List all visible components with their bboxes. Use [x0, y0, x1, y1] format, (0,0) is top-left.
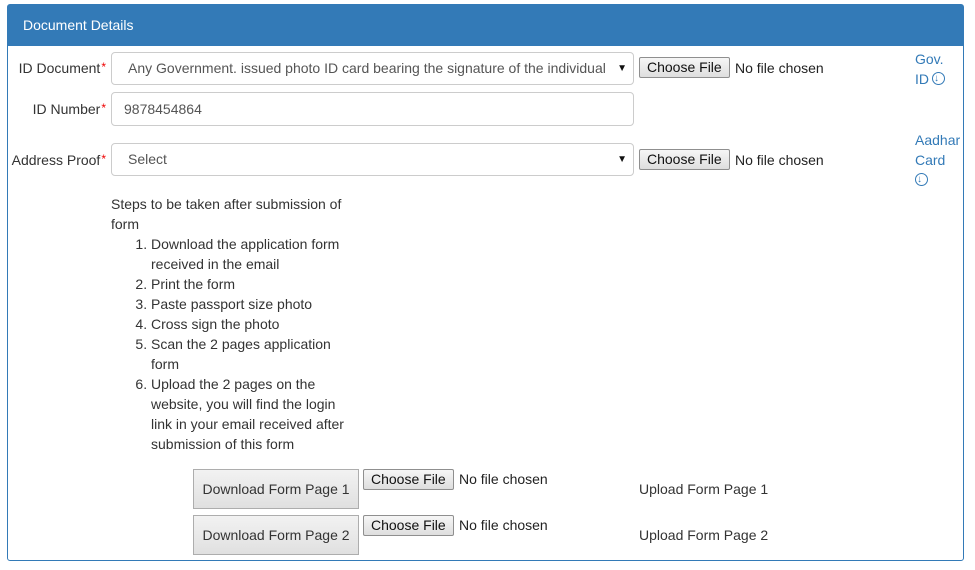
instructions-heading: Steps to be taken after submission of fo…: [111, 196, 342, 232]
gov-id-link-line1: Gov.: [915, 51, 944, 67]
step-item: Upload the 2 pages on the website, you w…: [151, 374, 356, 454]
step-item: Paste passport size photo: [151, 294, 356, 314]
address-proof-select[interactable]: Select ▼: [111, 143, 634, 176]
address-proof-label: Address Proof*: [4, 152, 106, 168]
address-proof-file-status: No file chosen: [735, 152, 824, 168]
required-marker: *: [101, 60, 106, 74]
aadhar-card-download-link[interactable]: Aadhar Card: [915, 130, 960, 190]
steps-list: Download the application form received i…: [111, 234, 356, 454]
form-page-1-choose-file-button[interactable]: Choose File: [363, 469, 454, 490]
required-marker: *: [101, 101, 106, 115]
gov-id-link-line2: ID: [915, 71, 929, 87]
address-proof-choose-file-button[interactable]: Choose File: [639, 149, 730, 170]
address-proof-label-text: Address Proof: [11, 152, 101, 168]
step-item: Cross sign the photo: [151, 314, 356, 334]
form-page-2-file-status: No file chosen: [459, 517, 548, 533]
download-circle-icon: [915, 170, 928, 190]
submission-instructions: Steps to be taken after submission of fo…: [111, 194, 356, 454]
id-number-input[interactable]: 9878454864: [111, 92, 634, 126]
id-number-label-text: ID Number: [32, 101, 101, 117]
id-document-selected: Any Government. issued photo ID card bea…: [128, 60, 606, 76]
upload-form-page-2-label: Upload Form Page 2: [639, 527, 769, 543]
aadhar-link-line1: Aadhar: [915, 132, 961, 148]
panel-title: Document Details: [8, 5, 963, 46]
form-page-1-file-status: No file chosen: [459, 471, 548, 487]
step-item: Print the form: [151, 274, 356, 294]
aadhar-link-line2: Card: [915, 152, 946, 168]
download-form-page-1-button[interactable]: Download Form Page 1: [193, 469, 359, 509]
download-form-page-2-button[interactable]: Download Form Page 2: [193, 515, 359, 555]
id-document-label-text: ID Document: [18, 60, 101, 76]
upload-form-page-1-label: Upload Form Page 1: [639, 481, 769, 497]
id-document-file-status: No file chosen: [735, 60, 824, 76]
id-document-select[interactable]: Any Government. issued photo ID card bea…: [111, 52, 634, 85]
id-number-label: ID Number*: [10, 101, 106, 117]
required-marker: *: [101, 152, 106, 166]
address-proof-selected: Select: [128, 151, 167, 167]
caret-down-icon: ▼: [617, 154, 627, 165]
form-page-2-choose-file-button[interactable]: Choose File: [363, 515, 454, 536]
download-circle-icon: [932, 69, 945, 89]
step-item: Scan the 2 pages application form: [151, 334, 356, 374]
id-document-label: ID Document*: [10, 60, 106, 76]
caret-down-icon: ▼: [617, 63, 627, 74]
gov-id-download-link[interactable]: Gov. ID: [915, 49, 945, 89]
step-item: Download the application form received i…: [151, 234, 356, 274]
id-document-choose-file-button[interactable]: Choose File: [639, 57, 730, 78]
